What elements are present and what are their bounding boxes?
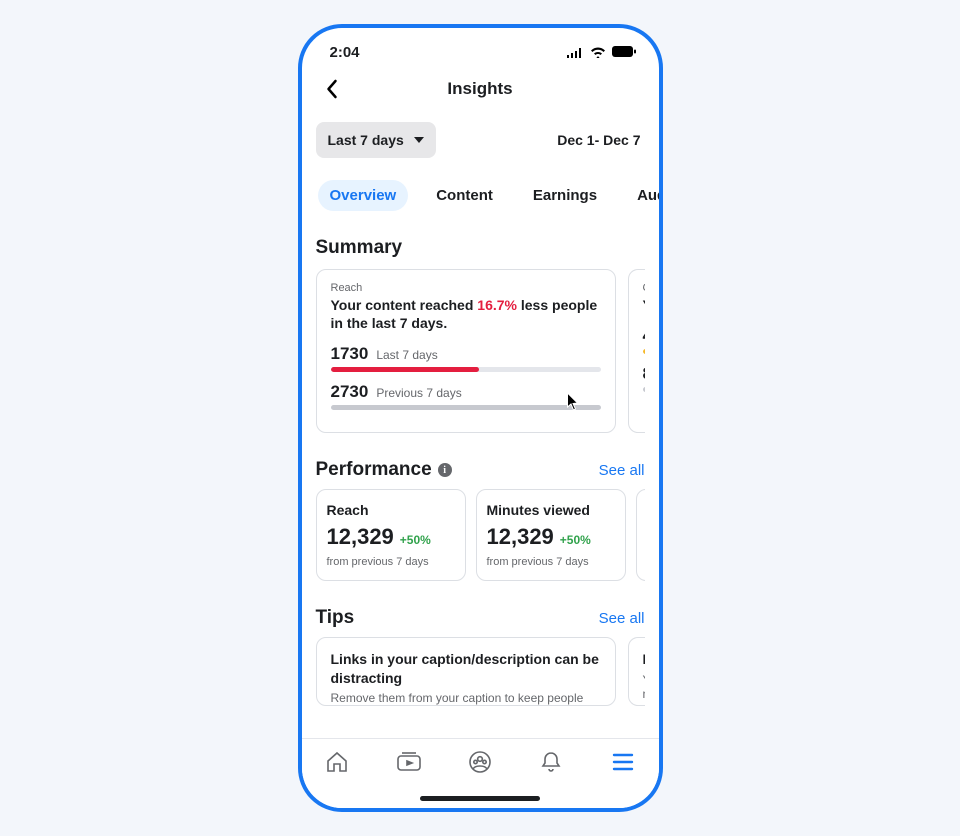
perf-reach-value: 12,329 (327, 524, 394, 550)
range-selector[interactable]: Last 7 days (316, 122, 436, 158)
summary-carousel[interactable]: Reach Your content reached 16.7% less pe… (316, 269, 645, 433)
summary-previous-label: Previous 7 days (376, 386, 461, 400)
bottom-nav (302, 738, 659, 808)
tips-see-all[interactable]: See all (599, 610, 645, 627)
summary-side-title: You (643, 296, 645, 314)
status-bar: 2:04 (302, 28, 659, 66)
home-icon (325, 750, 349, 774)
page-title: Insights (447, 79, 512, 99)
summary-current-value: 1730 (331, 344, 369, 364)
perf-card-reach[interactable]: Reach 12,329 +50% from previous 7 days (316, 489, 466, 581)
home-indicator (420, 796, 540, 801)
perf-card-minutes[interactable]: Minutes viewed 12,329 +50% from previous… (476, 489, 626, 581)
status-indicators (567, 46, 637, 58)
tab-earnings[interactable]: Earnings (521, 180, 609, 211)
menu-icon (612, 752, 634, 772)
summary-side-label: Crea (643, 282, 645, 294)
tip-body-1: Remove them from your caption to keep pe… (331, 691, 601, 705)
summary-current-label: Last 7 days (376, 348, 437, 362)
nav-menu[interactable] (610, 749, 636, 775)
summary-delta: 16.7% (477, 297, 517, 313)
phone-frame: 2:04 Insights Last 7 days Dec 1- De (298, 24, 663, 812)
tip-card-1[interactable]: Links in your caption/description can be… (316, 637, 616, 705)
tip-title-1: Links in your caption/description can be… (331, 650, 601, 686)
wifi-icon (590, 46, 606, 58)
date-row: Last 7 days Dec 1- Dec 7 (316, 122, 645, 158)
range-selector-label: Last 7 days (328, 132, 404, 148)
summary-previous-bar (331, 405, 601, 410)
perf-minutes-value: 12,329 (487, 524, 554, 550)
bell-icon (540, 750, 562, 774)
tab-overview[interactable]: Overview (318, 180, 409, 211)
summary-side-val1: 4 (643, 326, 645, 346)
info-icon[interactable]: i (438, 463, 452, 477)
performance-see-all[interactable]: See all (599, 462, 645, 479)
summary-side-card[interactable]: Crea You 4 L 8 P (628, 269, 645, 433)
tips-heading: Tips (316, 607, 355, 629)
status-time: 2:04 (330, 44, 360, 61)
nav-watch[interactable] (396, 749, 422, 775)
performance-carousel[interactable]: Reach 12,329 +50% from previous 7 days M… (316, 489, 645, 581)
main-content: Last 7 days Dec 1- Dec 7 Overview Conten… (302, 112, 659, 738)
back-button[interactable] (318, 75, 346, 103)
summary-reach-card[interactable]: Reach Your content reached 16.7% less pe… (316, 269, 616, 433)
perf-minutes-delta: +50% (560, 533, 591, 547)
date-range-text: Dec 1- Dec 7 (557, 132, 644, 148)
summary-current-row: 1730 Last 7 days (331, 344, 601, 372)
chevron-left-icon (325, 79, 338, 99)
performance-heading: Performance i (316, 459, 452, 481)
nav-home[interactable] (324, 749, 350, 775)
summary-previous-value: 2730 (331, 382, 369, 402)
nav-groups[interactable] (467, 749, 493, 775)
caret-down-icon (414, 137, 424, 143)
perf-card-interactions[interactable]: Inte 12, (636, 489, 645, 581)
summary-side-val2: 8 (643, 364, 645, 384)
summary-previous-row: 2730 Previous 7 days (331, 382, 601, 410)
summary-heading: Summary (316, 237, 645, 259)
tabs: Overview Content Earnings Audience (316, 180, 645, 211)
perf-reach-delta: +50% (400, 533, 431, 547)
nav-notifications[interactable] (538, 749, 564, 775)
groups-icon (468, 750, 492, 774)
performance-section-head: Performance i See all (316, 459, 645, 481)
tab-content[interactable]: Content (424, 180, 505, 211)
battery-icon (612, 46, 637, 58)
watch-icon (396, 750, 422, 774)
page-header: Insights (302, 66, 659, 112)
signal-icon (567, 47, 584, 58)
tips-carousel[interactable]: Links in your caption/description can be… (316, 637, 645, 705)
tip-card-2[interactable]: Kee You next (628, 637, 645, 705)
tab-audience[interactable]: Audience (625, 180, 658, 211)
summary-current-bar (331, 367, 601, 372)
tips-section-head: Tips See all (316, 607, 645, 629)
summary-card-headline: Your content reached 16.7% less people i… (331, 296, 601, 332)
summary-card-label: Reach (331, 282, 601, 294)
